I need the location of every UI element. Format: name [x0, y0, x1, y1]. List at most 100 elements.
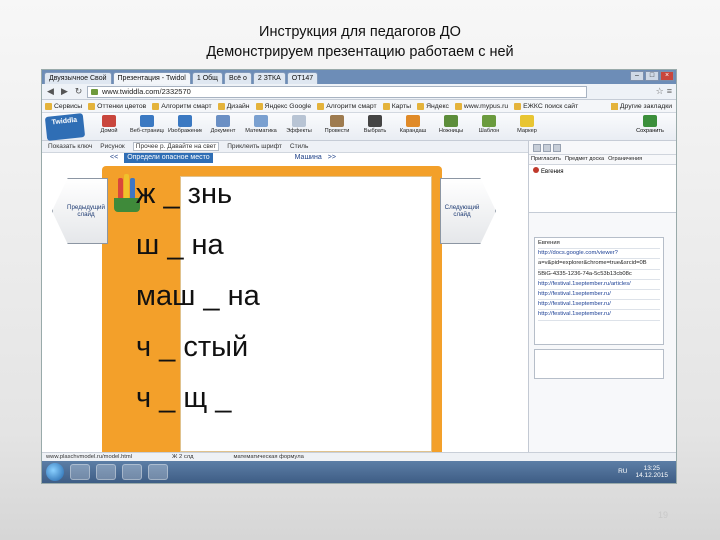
word-item: ч _ щ _ [136, 382, 232, 414]
browser-tab-active[interactable]: Презентация - Twidol [112, 72, 191, 84]
bookmark[interactable]: ЕЖКС поиск сайт [514, 102, 578, 110]
browser-tab[interactable]: 2 ЗТКА [252, 72, 286, 84]
bookmark[interactable]: Карты [382, 102, 411, 110]
folder-icon [217, 102, 225, 110]
bookmark[interactable]: Яндекс [417, 102, 449, 110]
bookmark[interactable]: www.mypus.ru [454, 102, 508, 110]
board-subject[interactable]: Предмет доска [565, 156, 604, 163]
tool-icon [254, 115, 268, 127]
whiteboard-area[interactable]: ж _ знь ш _ на маш _ на ч _ стый ч _ щ _… [42, 164, 528, 462]
browser-nav-bar: ◀ ▶ ↻ www.twiddla.com/2332570 ☆ ≡ [42, 84, 676, 100]
folder-icon [88, 102, 96, 110]
tool-button[interactable]: Маркер [510, 115, 544, 135]
option-style[interactable]: Стиль [290, 141, 308, 152]
minimize-icon[interactable]: – [630, 71, 644, 81]
bookmark[interactable]: Яндекс Google [255, 102, 311, 110]
browser-tab[interactable]: Двуязычное Свой [44, 72, 112, 84]
save-button[interactable]: Сохранить [630, 115, 670, 135]
chat-line: 5BiG-4335-1236-74a-5c53b13cb08c [538, 271, 660, 280]
tool-label: Документ [210, 128, 236, 134]
bookmark[interactable]: Дизайн [217, 102, 250, 110]
tool-button[interactable]: Веб-страница [130, 115, 164, 135]
powerpoint-icon[interactable] [148, 464, 168, 480]
tool-button[interactable]: Провести [320, 115, 354, 135]
word-item: ч _ стый [136, 331, 249, 363]
tool-label: Веб-страница [130, 128, 164, 134]
browser-tab[interactable]: 1 Общ [191, 72, 223, 84]
tool-button[interactable]: Ножницы [434, 115, 468, 135]
menu-icon[interactable]: ≡ [667, 86, 672, 97]
star-icon[interactable]: ☆ [656, 86, 664, 97]
status-middle: Ж 2 слд [172, 454, 194, 460]
media-icon[interactable] [122, 464, 142, 480]
chat-link[interactable]: http://festival.1september.ru/ [538, 311, 660, 321]
option-show-key[interactable]: Показать ключ [48, 141, 92, 152]
participants-list: Евгения [529, 165, 676, 213]
bookmark[interactable]: Сервисы [45, 102, 82, 110]
slide-page-number: 19 [658, 510, 669, 520]
word-item: маш _ на [136, 280, 260, 312]
previous-slide-label: Предыдущий слайд [67, 204, 105, 218]
start-button-icon[interactable] [46, 463, 64, 481]
slide-nav-next-item[interactable]: Машина [295, 153, 322, 163]
panel-button-icon[interactable] [533, 143, 541, 152]
tool-button[interactable]: Домой [92, 115, 126, 135]
back-arrow-icon[interactable]: ◀ [45, 86, 56, 97]
tool-icon [140, 115, 154, 127]
reload-icon[interactable]: ↻ [73, 86, 84, 97]
next-slide-button[interactable]: Следующий слайд [440, 178, 496, 244]
folder-icon [317, 102, 325, 110]
explorer-icon[interactable] [70, 464, 90, 480]
tool-button[interactable]: Эффекты [282, 115, 316, 135]
tool-button[interactable]: Карандаш [396, 115, 430, 135]
status-right: математическая формула [233, 454, 304, 460]
chat-line: Евгения [538, 240, 660, 250]
tool-icon [444, 115, 458, 127]
invite-link[interactable]: Пригласить [531, 156, 561, 163]
slide-nav-next[interactable]: >> [328, 153, 336, 163]
tool-button[interactable]: Выбрать [358, 115, 392, 135]
restrictions-link[interactable]: Ограничения [608, 156, 642, 163]
maximize-icon[interactable]: □ [645, 71, 659, 81]
language-indicator[interactable]: RU [618, 468, 627, 476]
window-controls: – □ × [630, 71, 674, 81]
tool-button[interactable]: Изображение [168, 115, 202, 135]
chat-link[interactable]: http://docs.google.com/viewer? [538, 250, 660, 260]
chat-link[interactable]: http://festival.1september.ru/ [538, 291, 660, 301]
panel-button-icon[interactable] [543, 143, 551, 152]
tool-button[interactable]: Шаблон [472, 115, 506, 135]
chat-input[interactable] [534, 349, 664, 379]
font-field[interactable]: Прочее p. Давайте на свет [132, 142, 220, 151]
tool-icon [216, 115, 230, 127]
forward-arrow-icon[interactable]: ▶ [59, 86, 70, 97]
tool-button[interactable]: Математика [244, 115, 278, 135]
option-drawing[interactable]: Рисунок [100, 141, 125, 152]
slide-nav-prev[interactable]: << [110, 153, 118, 163]
browser-tab[interactable]: Всё о [223, 72, 252, 84]
bookmark[interactable]: Оттенки цветов [88, 102, 146, 110]
panel-button-icon[interactable] [553, 143, 561, 152]
screenshot-frame: Двуязычное Свой Презентация - Twidol 1 О… [42, 70, 676, 483]
previous-slide-button[interactable]: Предыдущий слайд [52, 178, 108, 244]
browser-tab[interactable]: ОТ147 [286, 72, 319, 84]
chat-link[interactable]: http://festival.1september.ru/ [538, 301, 660, 311]
tool-button[interactable]: Документ [206, 115, 240, 135]
clock[interactable]: 13:25 14.12.2015 [635, 465, 668, 480]
chat-log[interactable]: Евгения http://docs.google.com/viewer? a=v… [534, 237, 664, 345]
bookmark[interactable]: Алгоритм смарт [317, 102, 377, 110]
tool-label: Ножницы [438, 128, 464, 134]
other-bookmarks[interactable]: Другие закладки [610, 102, 676, 110]
bookmark[interactable]: Алгоритм смарт [152, 102, 212, 110]
tool-group: Домой Веб-страница Изображение Документ Мате… [92, 115, 544, 135]
folder-icon [454, 102, 462, 110]
tool-icon [482, 115, 496, 127]
tool-label: Эффекты [286, 128, 312, 134]
slide-nav-current[interactable]: Определи опасное место [124, 153, 213, 163]
close-icon[interactable]: × [660, 71, 674, 81]
address-bar[interactable]: www.twiddla.com/2332570 [87, 85, 587, 98]
save-icon [643, 115, 657, 127]
chrome-icon[interactable] [96, 464, 116, 480]
option-attach-font[interactable]: Приклеить шрифт [227, 141, 282, 152]
folder-icon [610, 102, 618, 110]
chat-link[interactable]: http://festival.1september.ru/articles/ [538, 281, 660, 291]
